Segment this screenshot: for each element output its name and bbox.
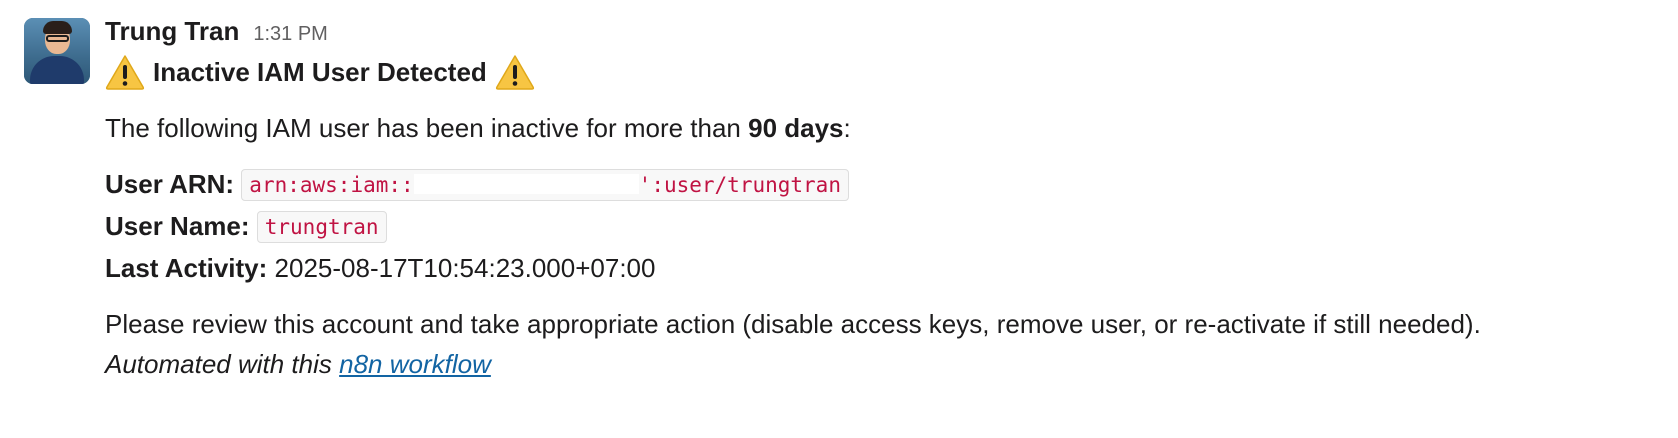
activity-row: Last Activity: 2025-08-17T10:54:23.000+0… [105, 248, 1664, 288]
username-row: User Name: trungtran [105, 206, 1664, 248]
details-block: User ARN: arn:aws:iam:: ':user/trungtran … [105, 164, 1664, 288]
arn-row: User ARN: arn:aws:iam:: ':user/trungtran [105, 164, 1664, 206]
intro-line: The following IAM user has been inactive… [105, 108, 1664, 148]
message-header: Trung Tran 1:31 PM [105, 16, 1664, 48]
footer-prefix: Automated with this [105, 349, 340, 379]
sender-name[interactable]: Trung Tran [105, 16, 239, 47]
footer-line: Automated with this n8n workflow [105, 344, 1664, 384]
redacted-account-id [413, 174, 639, 194]
activity-label: Last Activity: [105, 253, 268, 283]
intro-suffix: : [843, 113, 851, 143]
title-text: Inactive IAM User Detected [153, 56, 487, 87]
avatar[interactable] [24, 18, 90, 84]
message-content: Trung Tran 1:31 PM Inactive IAM User Det… [105, 16, 1664, 384]
message-timestamp[interactable]: 1:31 PM [253, 23, 327, 46]
warning-icon [495, 54, 535, 90]
intro-prefix: The following IAM user has been inactive… [105, 113, 749, 143]
message-title: Inactive IAM User Detected [105, 52, 1664, 92]
warning-icon [105, 54, 145, 90]
slack-message: Trung Tran 1:31 PM Inactive IAM User Det… [24, 16, 1664, 384]
intro-bold: 90 days [748, 113, 844, 143]
username-label: User Name: [105, 211, 250, 241]
arn-value[interactable]: arn:aws:iam:: ':user/trungtran [241, 169, 849, 201]
arn-suffix: ':user/trungtran [638, 173, 841, 197]
arn-label: User ARN: [105, 169, 235, 199]
username-value[interactable]: trungtran [256, 211, 387, 243]
review-text: Please review this account and take appr… [105, 309, 1481, 339]
activity-value: 2025-08-17T10:54:23.000+07:00 [274, 253, 656, 283]
workflow-link[interactable]: n8n workflow [339, 349, 491, 379]
arn-prefix: arn:aws:iam:: [249, 173, 414, 197]
